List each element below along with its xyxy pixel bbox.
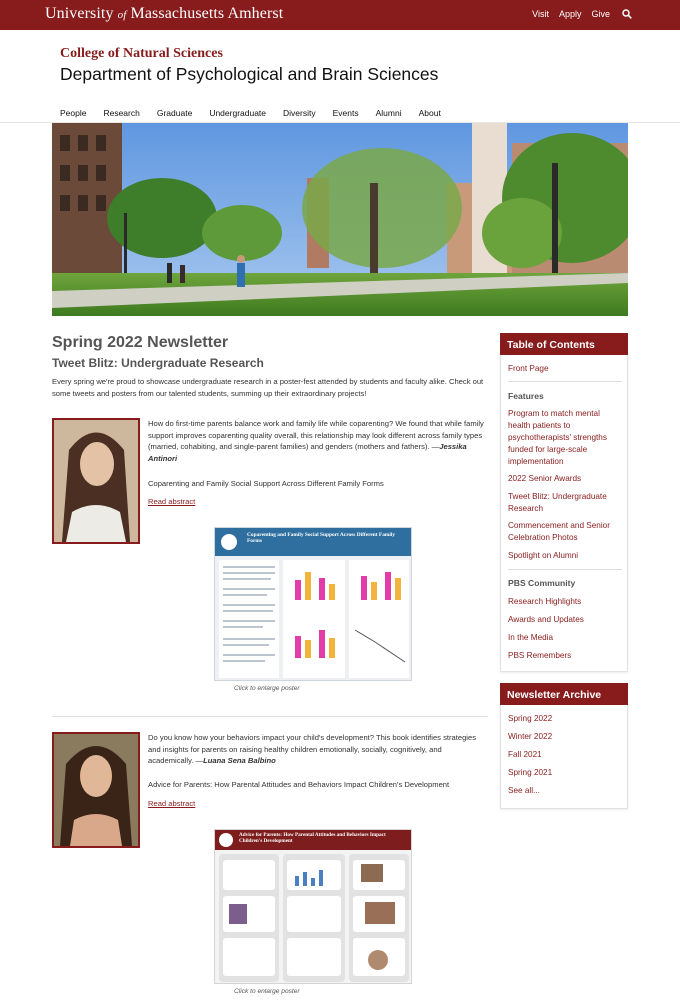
archive-item[interactable]: Spring 2022 xyxy=(508,713,622,725)
toc-section-community: PBS Community xyxy=(508,578,576,588)
article-title: Coparenting and Family Social Support Ac… xyxy=(148,479,384,488)
toc-divider xyxy=(508,381,622,382)
archive-box: Spring 2022 Winter 2022 Fall 2021 Spring… xyxy=(500,705,628,809)
article-body: Do you know how your behaviors impact yo… xyxy=(148,732,488,767)
research-poster[interactable]: Advice for Parents: How Parental Attitud… xyxy=(214,829,412,984)
nav-item-people[interactable]: People xyxy=(60,108,86,118)
top-bar: University of Massachusetts Amherst Visi… xyxy=(0,0,680,30)
archive-title: Newsletter Archive xyxy=(500,683,628,705)
page-subtitle: Tweet Blitz: Undergraduate Research xyxy=(52,356,264,370)
university-logo[interactable]: University of Massachusetts Amherst xyxy=(45,5,283,23)
newsletter-archive: Newsletter Archive Spring 2022 Winter 20… xyxy=(500,683,628,809)
article-divider xyxy=(52,716,488,717)
article-title: Advice for Parents: How Parental Attitud… xyxy=(148,780,450,789)
table-of-contents: Table of Contents Front Page Features Pr… xyxy=(500,333,628,672)
visit-link[interactable]: Visit xyxy=(532,9,549,19)
poster-seal xyxy=(219,833,233,847)
nav-item-events[interactable]: Events xyxy=(333,108,359,118)
top-links: Visit Apply Give xyxy=(522,9,632,19)
poster-heading: Advice for Parents: How Parental Attitud… xyxy=(239,832,386,844)
main-nav: People Research Graduate Undergraduate D… xyxy=(60,108,458,118)
toc-item-feature[interactable]: Commencement and Senior Celebration Phot… xyxy=(508,520,622,544)
read-abstract-link[interactable]: Read abstract xyxy=(148,799,195,808)
department-title[interactable]: Department of Psychological and Brain Sc… xyxy=(60,64,438,85)
toc-box: Front Page Features Program to match men… xyxy=(500,355,628,672)
nav-item-undergraduate[interactable]: Undergraduate xyxy=(209,108,266,118)
toc-item-feature[interactable]: Spotlight on Alumni xyxy=(508,550,622,562)
student-portrait xyxy=(52,732,140,848)
toc-divider xyxy=(508,569,622,570)
poster-caption: Click to enlarge poster xyxy=(234,685,300,692)
toc-section-features: Features xyxy=(508,391,544,401)
toc-item-feature[interactable]: Tweet Blitz: Undergraduate Research xyxy=(508,491,622,515)
poster-header: Advice for Parents: How Parental Attitud… xyxy=(215,830,411,850)
toc-item-feature[interactable]: Program to match mental health patients … xyxy=(508,408,622,468)
poster-header: Coparenting and Family Social Support Ac… xyxy=(215,528,411,556)
toc-item-feature[interactable]: 2022 Senior Awards xyxy=(508,473,622,485)
intro-paragraph: Every spring we're proud to showcase und… xyxy=(52,377,484,398)
archive-item[interactable]: Fall 2021 xyxy=(508,749,622,761)
nav-item-research[interactable]: Research xyxy=(103,108,139,118)
hero-campus-image xyxy=(52,123,628,316)
brand-text-of: of xyxy=(117,9,127,21)
nav-item-graduate[interactable]: Graduate xyxy=(157,108,192,118)
poster-caption: Click to enlarge poster xyxy=(234,988,300,995)
toc-item-community[interactable]: Awards and Updates xyxy=(508,614,622,626)
poster-seal xyxy=(221,534,237,550)
toc-item-front-page[interactable]: Front Page xyxy=(508,363,622,375)
research-poster[interactable]: Coparenting and Family Social Support Ac… xyxy=(214,527,412,681)
toc-item-community[interactable]: Research Highlights xyxy=(508,596,622,608)
read-abstract-link[interactable]: Read abstract xyxy=(148,497,195,506)
nav-item-diversity[interactable]: Diversity xyxy=(283,108,316,118)
archive-item[interactable]: Spring 2021 xyxy=(508,767,622,779)
toc-title: Table of Contents xyxy=(500,333,628,355)
page-title: Spring 2022 Newsletter xyxy=(52,334,229,351)
brand-text-right: Massachusetts Amherst xyxy=(130,5,284,22)
college-link[interactable]: College of Natural Sciences xyxy=(60,46,223,62)
brand-text-left: University xyxy=(45,5,114,22)
archive-see-all-link[interactable]: See all... xyxy=(508,785,622,797)
student-portrait xyxy=(52,418,140,544)
poster-heading: Coparenting and Family Social Support Ac… xyxy=(247,532,396,544)
toc-item-community[interactable]: In the Media xyxy=(508,632,622,644)
article-body: How do first-time parents balance work a… xyxy=(148,418,488,465)
article-body-text: How do first-time parents balance work a… xyxy=(148,419,484,452)
search-icon[interactable] xyxy=(622,9,632,19)
toc-item-community[interactable]: PBS Remembers xyxy=(508,650,622,662)
article-body-text: Do you know how your behaviors impact yo… xyxy=(148,733,477,766)
archive-item[interactable]: Winter 2022 xyxy=(508,731,622,743)
nav-item-about[interactable]: About xyxy=(419,108,441,118)
give-link[interactable]: Give xyxy=(591,9,610,19)
nav-item-alumni[interactable]: Alumni xyxy=(376,108,402,118)
apply-link[interactable]: Apply xyxy=(559,9,582,19)
article-author: Luana Sena Balbino xyxy=(203,756,276,766)
